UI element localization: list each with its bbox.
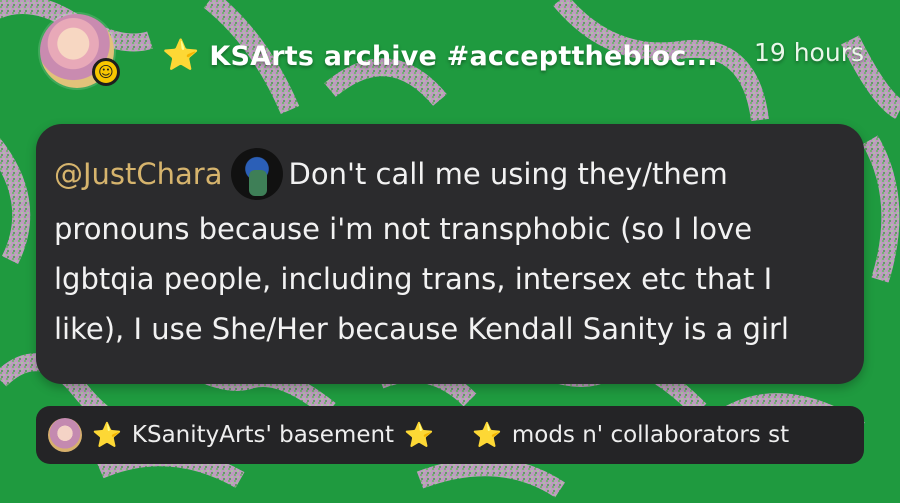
message-text-block: @JustChara Don't call me using they/them … [54, 148, 846, 354]
star-icon: ⭐ [162, 38, 200, 73]
star-icon: ⭐ [92, 421, 122, 449]
star-icon: ⭐ [471, 421, 502, 449]
linked-chats-bar: ⭐ KSanityArts' basement ⭐ ⭐ mods n' coll… [36, 406, 864, 464]
message-bubble[interactable]: @JustChara Don't call me using they/them … [36, 124, 864, 384]
emoji-status-badge: ☺ [92, 58, 120, 86]
chat-title[interactable]: KSArts archive #acceptthebloc... [209, 41, 717, 72]
timestamp: 19 hours [753, 38, 864, 67]
chat-avatar [48, 418, 82, 452]
user-mention[interactable]: @JustChara [54, 157, 223, 191]
chat-title-row[interactable]: ⭐ KSArts archive #acceptthebloc... [162, 36, 718, 76]
chat-chip-label: KSanityArts' basement [131, 422, 395, 448]
chat-chip-label: mods n' collaborators st [511, 422, 790, 448]
chat-chip-basement[interactable]: ⭐ KSanityArts' basement ⭐ [36, 406, 448, 464]
mentioned-user-avatar [230, 148, 283, 200]
chat-chip-mods[interactable]: ⭐ mods n' collaborators st [460, 406, 803, 464]
chat-header: ☺ ⭐ KSArts archive #acceptthebloc... 19 … [0, 0, 900, 115]
star-icon: ⭐ [404, 421, 434, 449]
